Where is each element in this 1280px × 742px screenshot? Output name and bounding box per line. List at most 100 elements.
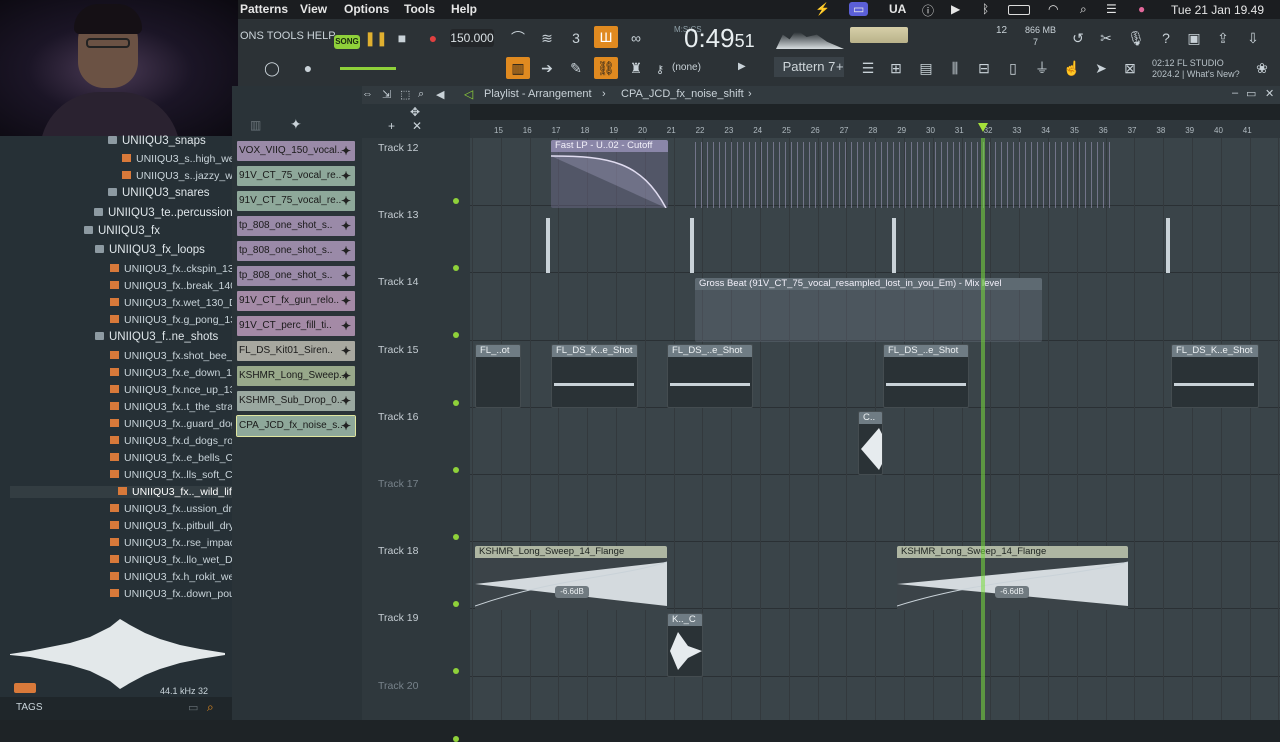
- channel-item[interactable]: KSHMR_Long_Sweep.. ✦: [237, 366, 355, 386]
- pattern-selector[interactable]: Pattern 7: [774, 57, 844, 77]
- browser-folder[interactable]: UNIIQU3_snaps: [108, 135, 206, 147]
- master-volume-slider[interactable]: [340, 67, 396, 70]
- wait-icon[interactable]: ≋: [535, 27, 559, 49]
- audio-clip[interactable]: FL_DS_..e_Shot: [667, 344, 753, 408]
- track-label[interactable]: Track 13: [378, 209, 418, 221]
- channel-add-icon[interactable]: ✦: [341, 291, 351, 311]
- fl-icon[interactable]: ⚡: [815, 2, 830, 16]
- breadcrumb-item[interactable]: CPA_JCD_fx_noise_shift: [621, 88, 744, 100]
- scroll-icon[interactable]: ✥: [410, 105, 420, 119]
- browser-file-selected[interactable]: UNIIQU3_fx.._wild_life: [10, 486, 238, 498]
- help-icon[interactable]: ?: [1154, 27, 1178, 49]
- info-icon[interactable]: ⓘ: [922, 2, 934, 19]
- add-pattern-icon[interactable]: +: [836, 59, 844, 74]
- playhead-marker[interactable]: [978, 123, 988, 132]
- track-mute-led[interactable]: [453, 466, 459, 473]
- channel-item[interactable]: 91V_CT_perc_fill_ti.. ✦: [237, 316, 355, 336]
- track-label[interactable]: Track 12: [378, 142, 418, 154]
- playlist-icon[interactable]: ☰: [856, 57, 880, 79]
- audio-clip[interactable]: FL_DS_K..e_Shot: [1171, 344, 1259, 408]
- browser-file[interactable]: UNIIQU3_fx.d_dogs_roar: [110, 435, 242, 447]
- track13-hit[interactable]: [546, 218, 550, 273]
- channel-add-icon[interactable]: ✦: [341, 266, 351, 286]
- mixer-icon[interactable]: ⫼: [943, 57, 967, 79]
- song-mode-button[interactable]: SONG: [334, 35, 360, 49]
- audio-clip[interactable]: FL_DS_..e_Shot: [883, 344, 969, 408]
- browser-file[interactable]: UNIIQU3_fx.nce_up_132: [110, 384, 241, 396]
- record-button[interactable]: ●: [421, 27, 445, 49]
- send-icon[interactable]: ➤: [1089, 57, 1113, 79]
- browser-file[interactable]: UNIIQU3_s..high_wet: [122, 153, 238, 165]
- browser-file[interactable]: UNIIQU3_s..jazzy_wet: [122, 170, 242, 182]
- browser-file[interactable]: UNIIQU3_fx..ckspin_130: [110, 263, 240, 275]
- channel-add-icon[interactable]: ✦: [341, 391, 351, 411]
- preview-play-icon[interactable]: [14, 683, 36, 693]
- channel-item[interactable]: tp_808_one_shot_s.. ✦: [237, 216, 355, 236]
- channel-item-selected[interactable]: CPA_JCD_fx_noise_s.. ✦: [236, 415, 356, 437]
- wifi-icon[interactable]: ◠: [1048, 2, 1058, 16]
- channel-rack-icon[interactable]: ⊞: [884, 57, 908, 79]
- browser-file[interactable]: UNIIQU3_fx..pitbull_dry: [110, 520, 234, 532]
- menu-options[interactable]: Options: [344, 2, 389, 16]
- play-button[interactable]: ❚❚: [364, 27, 388, 49]
- track-label[interactable]: Track 18: [378, 545, 418, 557]
- channel-item[interactable]: tp_808_one_shot_s.. ✦: [237, 266, 355, 286]
- browser-folder[interactable]: UNIIQU3_te..percussion: [94, 207, 233, 219]
- pencil-icon[interactable]: ✎: [564, 57, 588, 79]
- channel-item[interactable]: FL_DS_Kit01_Siren.. ✦: [237, 341, 355, 361]
- touch-icon[interactable]: ☝: [1060, 57, 1084, 79]
- breadcrumb-root[interactable]: Playlist - Arrangement: [484, 88, 592, 100]
- arrangement-icon[interactable]: ◁: [464, 87, 473, 101]
- channel-add-icon[interactable]: ✦: [341, 141, 351, 161]
- snap-selector[interactable]: (none): [672, 62, 701, 73]
- browser-folder[interactable]: UNIIQU3_fx: [84, 225, 160, 237]
- zoom-tool-icon[interactable]: ⌕: [418, 88, 424, 101]
- menu-help[interactable]: Help: [451, 2, 477, 16]
- channel-add-icon[interactable]: ✦: [341, 216, 351, 236]
- track-label[interactable]: Track 20: [378, 680, 418, 692]
- pattern-icon[interactable]: ▥: [250, 118, 261, 132]
- track-mute-led[interactable]: [453, 735, 459, 742]
- browser-file[interactable]: UNIIQU3_fx.e_down_132: [110, 367, 244, 379]
- select-tool-icon[interactable]: ⬚: [400, 88, 410, 101]
- audio-clip[interactable]: KSHMR_Long_Sweep_14_Flange -6.6dB: [475, 546, 667, 610]
- close-icon[interactable]: ✕: [1265, 87, 1274, 100]
- track-label[interactable]: Track 17: [378, 478, 418, 490]
- track-mute-led[interactable]: [453, 265, 459, 272]
- audio-clip[interactable]: C..: [858, 411, 883, 475]
- track-mute-led[interactable]: [453, 601, 459, 608]
- step-edit-icon[interactable]: Ш: [594, 26, 618, 48]
- mic-icon[interactable]: 🎙: [1124, 27, 1148, 49]
- shop-icon[interactable]: ⊠: [1118, 57, 1142, 79]
- time-display[interactable]: 0:4951: [684, 23, 755, 54]
- plugin-icon[interactable]: ⏚: [1030, 57, 1054, 79]
- tempo-display[interactable]: 150.000: [450, 29, 494, 47]
- siri-icon[interactable]: ●: [1138, 2, 1145, 16]
- save-icon[interactable]: ▣: [1182, 27, 1206, 49]
- slice-tool-icon[interactable]: ⇲: [382, 88, 391, 101]
- track-label[interactable]: Track 15: [378, 344, 418, 356]
- pattern-prev-icon[interactable]: ▶: [738, 61, 746, 72]
- stop-button[interactable]: ■: [390, 27, 414, 49]
- audio-clip[interactable]: KSHMR_Long_Sweep_14_Flange -6.6dB: [897, 546, 1128, 610]
- timeline-ruler[interactable]: 15 16 17 18 19 20 21 22 23 24 25 26 27 28 29 30 31 32 33 34…: [470, 120, 1280, 138]
- t12-pattern-clips[interactable]: [695, 142, 1110, 208]
- undo-icon[interactable]: ↺: [1066, 27, 1090, 49]
- link-icon[interactable]: ⛓: [594, 57, 618, 79]
- browser-file[interactable]: UNIIQU3_fx.h_rokit_wet: [110, 571, 237, 583]
- loop-record-icon[interactable]: ∞: [624, 27, 648, 49]
- browser-file[interactable]: UNIIQU3_fx..t_the_strap: [110, 401, 239, 413]
- knob-volume-icon[interactable]: ●: [296, 57, 320, 79]
- metronome-icon[interactable]: ⌒: [506, 27, 530, 49]
- playback-tool-icon[interactable]: ◀: [436, 88, 444, 101]
- automation-clip[interactable]: Gross Beat (91V_CT_75_vocal_resampled_lo…: [695, 278, 1042, 342]
- menu-patterns[interactable]: Patterns: [240, 2, 288, 16]
- slip-tool-icon[interactable]: ⇔: [362, 88, 373, 100]
- menu-tools[interactable]: Tools: [404, 2, 435, 16]
- browser-file[interactable]: UNIIQU3_fx..down_pour: [110, 588, 238, 600]
- battery-icon[interactable]: [1008, 5, 1030, 15]
- track13-hit[interactable]: [1166, 218, 1170, 273]
- browser-file[interactable]: UNIIQU3_fx..ussion_dry: [110, 503, 237, 515]
- channel-item[interactable]: tp_808_one_shot_s.. ✦: [237, 241, 355, 261]
- spotlight-icon[interactable]: ⌕: [1080, 2, 1087, 17]
